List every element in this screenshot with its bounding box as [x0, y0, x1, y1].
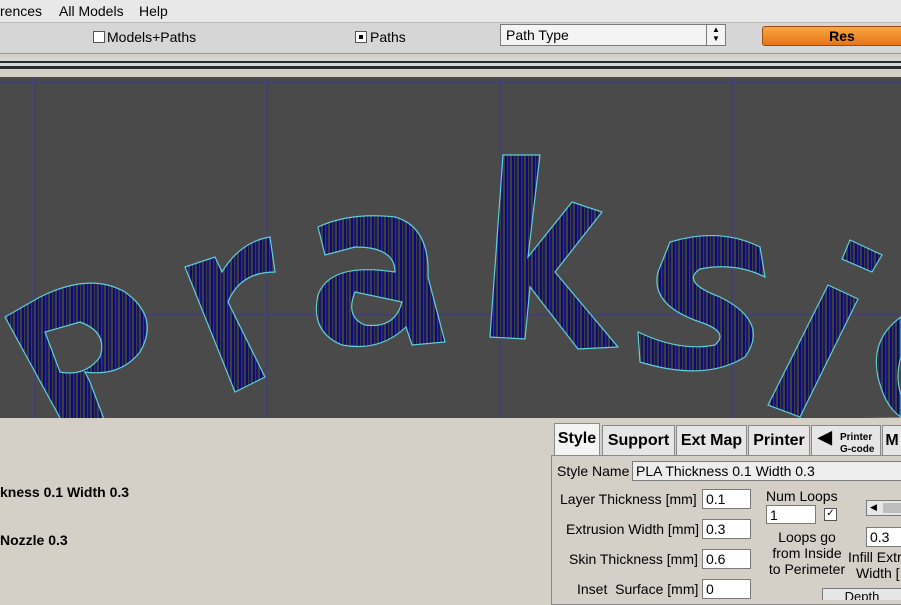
skin-thickness-input[interactable]: 0.6 [702, 549, 751, 569]
path-type-select[interactable]: Path Type ▲ ▼ [500, 24, 726, 46]
depth-button[interactable]: Depth [822, 588, 901, 600]
infill-width-input[interactable]: 0.3 [866, 527, 901, 547]
radio-selected-icon [359, 35, 363, 39]
letter-s-partial [863, 316, 901, 418]
infill-slider[interactable]: ◀ [866, 500, 901, 516]
3d-viewport[interactable] [0, 77, 901, 418]
tab-support[interactable]: Support [602, 425, 675, 455]
printer-info-line2: Nozzle 0.3 [0, 532, 68, 548]
letter-p [4, 282, 148, 418]
menu-bar: rences All Models Help [0, 0, 901, 23]
menu-preferences[interactable]: rences [0, 3, 42, 19]
num-loops-label: Num Loops [766, 488, 838, 504]
path-type-value: Path Type [506, 27, 569, 43]
menu-all-models[interactable]: All Models [59, 3, 124, 19]
extrusion-width-input[interactable]: 0.3 [702, 519, 751, 539]
paths-label: Paths [370, 29, 406, 45]
loops-label-line3: to Perimeter [768, 561, 846, 577]
loops-label-line2: from Inside [772, 545, 842, 561]
splitter[interactable] [0, 58, 901, 70]
skin-thickness-label: Skin Thickness [mm] [569, 551, 698, 567]
extrusion-width-label: Extrusion Width [mm] [566, 521, 700, 537]
infill-label-line2: Width [ [856, 565, 900, 581]
style-name-label: Style Name [557, 463, 630, 479]
reslice-button[interactable]: Res [762, 26, 901, 46]
spinner-arrows-icon: ▲ ▼ [706, 25, 725, 45]
letter-i [767, 239, 883, 418]
infill-label-line1: Infill Extr [848, 549, 901, 565]
layer-thickness-label: Layer Thickness [mm] [560, 491, 697, 507]
letter-a [315, 215, 446, 348]
inset-surface-label: Inset Surface [mm] [577, 581, 699, 597]
tab-style[interactable]: Style [554, 423, 600, 455]
loops-label-line1: Loops go [778, 529, 836, 545]
tab-more[interactable]: M [882, 425, 901, 455]
letter-s [637, 235, 766, 372]
loops-checkbox[interactable]: ✓ [824, 508, 837, 521]
menu-help[interactable]: Help [139, 3, 168, 19]
grid-lines [0, 77, 901, 418]
inset-surface-input[interactable]: 0 [702, 579, 751, 599]
letter-k [489, 154, 620, 350]
num-loops-input[interactable]: 1 [766, 505, 816, 524]
tab-ext-map[interactable]: Ext Map [676, 425, 747, 455]
style-info-line1: kness 0.1 Width 0.3 [0, 484, 130, 500]
layer-thickness-input[interactable]: 0.1 [702, 489, 751, 509]
slider-left-icon: ◀ [870, 502, 877, 512]
models-paths-label: Models+Paths [107, 29, 197, 45]
tab-printer-gcode[interactable]: ◀ Printer G-code [811, 425, 881, 455]
style-name-select[interactable]: PLA Thickness 0.1 Width 0.3 [632, 461, 901, 481]
splitter-line [0, 61, 901, 63]
tab-printer-gcode-line1: Printer [840, 432, 873, 443]
models-paths-checkbox[interactable] [93, 31, 105, 43]
paths-radio[interactable] [355, 31, 367, 43]
slider-track [883, 503, 901, 513]
toolpath-preview [0, 77, 901, 418]
tab-printer-gcode-line2: G-code [840, 444, 875, 455]
letter-outlines [4, 154, 901, 418]
splitter-line [0, 66, 901, 69]
tab-printer[interactable]: Printer [748, 425, 810, 455]
left-arrow-icon: ◀ [818, 427, 832, 447]
